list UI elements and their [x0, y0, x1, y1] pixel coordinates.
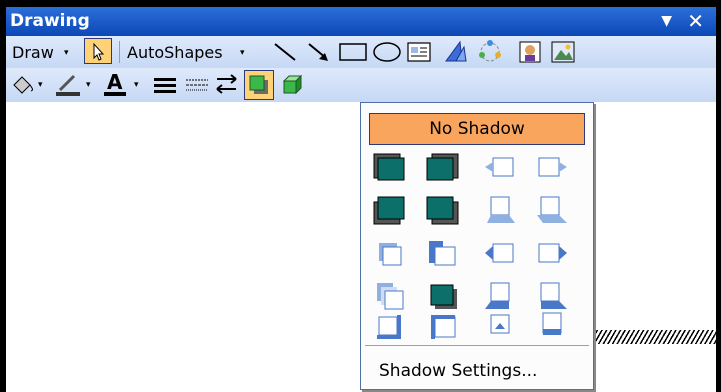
shadow-style-15-icon[interactable] [481, 279, 519, 313]
draw-menu-dropdown[interactable]: ▾ [64, 48, 69, 58]
drawing-toolbar-row-1: Draw ▾ AutoShapes ▾ [6, 36, 716, 69]
arrow-style-icon[interactable] [214, 72, 240, 100]
shadow-style-14-icon[interactable] [423, 279, 461, 313]
picture-icon[interactable] [550, 40, 578, 68]
font-color-swatch [104, 92, 126, 96]
shadow-style-8-icon[interactable] [533, 193, 571, 227]
font-color-icon[interactable]: A [102, 70, 128, 98]
shadow-style-20-icon[interactable] [533, 309, 571, 343]
shadow-style-6-icon[interactable] [423, 193, 461, 227]
fill-color-dropdown[interactable]: ▾ [38, 80, 43, 90]
shadow-style-1-icon[interactable] [371, 151, 409, 185]
wordart-icon[interactable] [442, 39, 470, 69]
shadow-style-menu: No Shadow Shadow Settings... [360, 102, 594, 390]
shadow-settings-menu-item[interactable]: Shadow Settings... [369, 357, 585, 385]
arrow-icon[interactable] [306, 41, 332, 67]
shadow-style-3-icon[interactable] [481, 151, 519, 185]
toolbar-titlebar[interactable]: Drawing ▼ ✕ [6, 7, 716, 36]
autoshapes-dropdown[interactable]: ▾ [240, 48, 245, 58]
shadow-style-2-icon[interactable] [423, 151, 461, 185]
clip-art-icon[interactable] [518, 40, 544, 68]
shadow-style-19-icon[interactable] [481, 309, 519, 343]
draw-menu-button[interactable]: Draw [12, 43, 54, 62]
shadow-style-9-icon[interactable] [371, 237, 409, 271]
no-shadow-button[interactable]: No Shadow [369, 113, 585, 145]
shadow-style-7-icon[interactable] [481, 193, 519, 227]
line-color-dropdown[interactable]: ▾ [86, 80, 91, 90]
toolbar-title: Drawing [10, 11, 90, 31]
menu-separator [365, 345, 589, 346]
font-color-dropdown[interactable]: ▾ [134, 80, 139, 90]
shadow-style-18-icon[interactable] [423, 309, 461, 343]
close-icon[interactable]: ✕ [687, 9, 704, 33]
drawing-toolbar-row-2: ▾ ▾ A ▾ [6, 68, 716, 103]
oval-icon[interactable] [372, 41, 402, 67]
shadow-style-10-icon[interactable] [423, 237, 461, 271]
line-style-icon[interactable] [152, 74, 178, 100]
dash-style-icon[interactable] [184, 74, 210, 100]
line-icon[interactable] [272, 41, 298, 67]
shadow-style-16-icon[interactable] [533, 279, 571, 313]
shadow-style-icon[interactable] [244, 70, 274, 100]
autoshapes-menu-button[interactable]: AutoShapes [127, 43, 223, 62]
shadow-style-5-icon[interactable] [371, 193, 409, 227]
diagram-icon[interactable] [476, 39, 504, 69]
text-box-icon[interactable] [406, 41, 432, 67]
toolbar-options-dropdown[interactable]: ▼ [661, 13, 672, 29]
shadow-style-4-icon[interactable] [533, 151, 571, 185]
shadow-style-17-icon[interactable] [371, 309, 409, 343]
rectangle-icon[interactable] [338, 41, 368, 67]
shadow-style-11-icon[interactable] [481, 237, 519, 271]
line-color-icon[interactable] [54, 72, 82, 102]
drawing-toolbar-window: Drawing ▼ ✕ Draw ▾ AutoShapes ▾ ▾ ▾ A ▾ [0, 0, 721, 392]
shadow-style-13-icon[interactable] [371, 279, 409, 313]
toolbar-separator [119, 41, 120, 63]
select-objects-icon[interactable] [84, 38, 112, 64]
font-color-letter: A [107, 70, 123, 94]
hatched-shape-edge [592, 330, 716, 344]
shadow-style-12-icon[interactable] [533, 237, 571, 271]
3d-style-icon[interactable] [278, 71, 306, 103]
fill-color-icon[interactable] [10, 72, 36, 102]
